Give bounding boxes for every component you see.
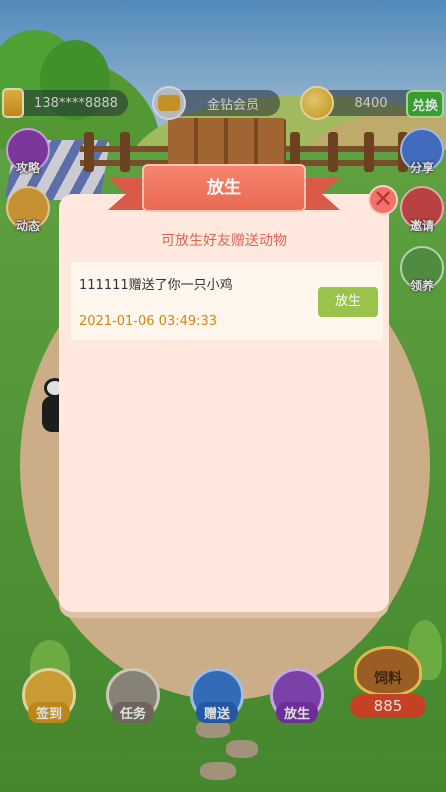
close-icon[interactable]: ✕ [368,185,398,215]
dialog-title: 放生 [142,164,306,212]
record-time: 2021-01-06 03:49:33 [79,314,218,329]
dialog-title-ribbon: 放生 [108,164,340,216]
release-button[interactable]: 放生 [318,287,378,317]
record-message: 111111赠送了你一只小鸡 [79,278,233,293]
release-dialog: 可放生好友赠送动物 111111赠送了你一只小鸡 2021-01-06 03:4… [59,194,389,612]
list-item: 111111赠送了你一只小鸡 2021-01-06 03:49:33 放生 [71,262,383,340]
dialog-subtitle: 可放生好友赠送动物 [161,233,287,249]
